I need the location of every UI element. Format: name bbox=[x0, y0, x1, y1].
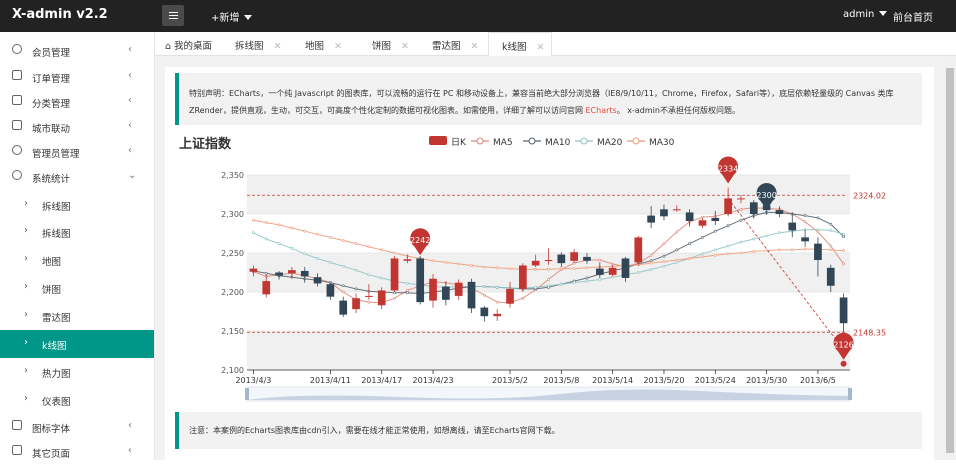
sidebar-item-stats[interactable]: 系统统计 ⌄ bbox=[0, 164, 154, 190]
tab-label: 饼图 bbox=[372, 41, 392, 52]
sidebar-subitem-kline[interactable]: › k线图 bbox=[0, 330, 154, 358]
user-icon bbox=[12, 44, 22, 54]
sidebar-item-fonts[interactable]: 图标字体 ‹ bbox=[0, 414, 154, 440]
close-icon[interactable]: ✕ bbox=[274, 41, 282, 52]
tab-line[interactable]: 拆线图 ✕ bbox=[235, 32, 281, 56]
home-icon: ⌂ bbox=[165, 41, 172, 52]
tab-label: 地图 bbox=[305, 41, 325, 52]
scrollbar-thumb[interactable] bbox=[946, 68, 954, 453]
chevron-right-icon: › bbox=[24, 225, 28, 236]
sidebar-item-other[interactable]: 其它页面 ‹ bbox=[0, 439, 154, 465]
sidebar-subitem-line-1[interactable]: › 拆线图 bbox=[0, 192, 154, 218]
front-page-link[interactable]: 前台首页 bbox=[893, 9, 933, 24]
chevron-right-icon: › bbox=[24, 393, 28, 404]
sidebar-item-label: 城市联动 bbox=[32, 124, 71, 135]
sidebar-item-label: 热力图 bbox=[42, 369, 71, 380]
scrollbar[interactable] bbox=[944, 56, 956, 460]
chevron-left-icon: ‹ bbox=[128, 420, 132, 431]
chevron-right-icon: › bbox=[24, 337, 28, 348]
caret-down-icon bbox=[879, 11, 888, 16]
category-icon bbox=[12, 95, 22, 105]
tab-radar[interactable]: 雷达图 ✕ bbox=[432, 32, 478, 56]
page-icon bbox=[12, 445, 22, 455]
sidebar: 会员管理 ‹ 订单管理 ‹ 分类管理 ‹ 城市联动 ‹ 管理员管理 ‹ 系统统计 ⌄ › 拆线… bbox=[0, 32, 155, 460]
chevron-left-icon: ‹ bbox=[128, 120, 132, 131]
close-icon[interactable]: ✕ bbox=[334, 41, 342, 52]
chevron-left-icon: ‹ bbox=[128, 145, 132, 156]
caret-down-icon bbox=[244, 15, 253, 20]
tab-map[interactable]: 地图 ✕ bbox=[305, 32, 342, 56]
tab-kline[interactable]: k线图 ✕ bbox=[488, 32, 552, 56]
tab-bar: ⌂ 我的桌面 拆线图 ✕ 地图 ✕ 饼图 ✕ 雷达图 ✕ k线图 ✕ bbox=[155, 32, 956, 56]
sidebar-subitem-heatmap[interactable]: › 热力图 bbox=[0, 359, 154, 385]
echarts-link[interactable]: ECharts bbox=[586, 106, 617, 115]
tab-label: 雷达图 bbox=[432, 41, 461, 52]
sidebar-item-label: 拆线图 bbox=[42, 202, 71, 213]
chevron-down-icon: ⌄ bbox=[128, 170, 137, 181]
admin-icon bbox=[12, 145, 22, 155]
top-bar: X-admin v2.2 +新增 admin 前台首页 bbox=[0, 0, 956, 32]
hamburger-icon bbox=[168, 15, 178, 16]
sidebar-subitem-gauge[interactable]: › 仪表图 bbox=[0, 387, 154, 413]
close-icon[interactable]: ✕ bbox=[537, 42, 545, 53]
chart-title: 上证指数 bbox=[179, 137, 232, 152]
tab-label: 拆线图 bbox=[235, 41, 264, 52]
city-icon bbox=[12, 120, 22, 130]
chevron-right-icon: › bbox=[24, 365, 28, 376]
chevron-left-icon: ‹ bbox=[128, 95, 132, 106]
chevron-right-icon: › bbox=[24, 253, 28, 264]
sidebar-item-label: 地图 bbox=[42, 257, 62, 268]
app-logo[interactable]: X-admin v2.2 bbox=[12, 7, 108, 22]
sidebar-item-label: k线图 bbox=[42, 341, 67, 352]
sidebar-subitem-map[interactable]: › 地图 bbox=[0, 247, 154, 273]
chevron-right-icon: › bbox=[24, 281, 28, 292]
tab-label: 我的桌面 bbox=[174, 41, 213, 52]
sidebar-item-label: 雷达图 bbox=[42, 313, 71, 324]
notice-block: 特别声明：ECharts，一个纯 Javascript 的图表库，可以流畅的运行… bbox=[175, 73, 922, 125]
close-icon[interactable]: ✕ bbox=[471, 41, 479, 52]
sidebar-item-label: 会员管理 bbox=[32, 48, 71, 59]
user-menu[interactable]: admin bbox=[843, 9, 888, 20]
chevron-right-icon: › bbox=[24, 309, 28, 320]
font-icon bbox=[12, 420, 22, 430]
menu-toggle-button[interactable] bbox=[162, 5, 184, 26]
sidebar-item-admins[interactable]: 管理员管理 ‹ bbox=[0, 139, 154, 165]
sidebar-item-members[interactable]: 会员管理 ‹ bbox=[0, 38, 154, 64]
sidebar-item-label: 拆线图 bbox=[42, 229, 71, 240]
close-icon[interactable]: ✕ bbox=[401, 41, 409, 52]
sidebar-item-orders[interactable]: 订单管理 ‹ bbox=[0, 64, 154, 90]
sidebar-item-label: 其它页面 bbox=[32, 449, 71, 460]
chevron-left-icon: ‹ bbox=[128, 445, 132, 456]
sidebar-item-label: 订单管理 bbox=[32, 74, 71, 85]
chevron-left-icon: ‹ bbox=[128, 44, 132, 55]
chevron-left-icon: ‹ bbox=[128, 70, 132, 81]
cdn-note: 注意：本案例的Echarts图表库由cdn引入，需要在线才能正常使用，如想离线，… bbox=[175, 412, 922, 449]
order-icon bbox=[12, 70, 22, 80]
sidebar-item-label: 分类管理 bbox=[32, 99, 71, 110]
notice-suffix: 。 x-admin不承担任何版权问题。 bbox=[616, 106, 740, 115]
add-label: +新增 bbox=[211, 13, 240, 24]
sidebar-item-categories[interactable]: 分类管理 ‹ bbox=[0, 89, 154, 115]
sidebar-item-label: 系统统计 bbox=[32, 174, 71, 185]
notice-text: 特别声明：ECharts，一个纯 Javascript 的图表库，可以流畅的运行… bbox=[189, 89, 894, 115]
sidebar-subitem-pie[interactable]: › 饼图 bbox=[0, 275, 154, 301]
sidebar-item-city[interactable]: 城市联动 ‹ bbox=[0, 114, 154, 140]
add-dropdown[interactable]: +新增 bbox=[211, 9, 253, 24]
user-name: admin bbox=[843, 9, 875, 20]
stats-icon bbox=[12, 170, 22, 180]
sidebar-item-label: 饼图 bbox=[42, 285, 62, 296]
tab-desktop[interactable]: ⌂ 我的桌面 bbox=[165, 32, 212, 56]
sidebar-item-label: 仪表图 bbox=[42, 397, 71, 408]
sidebar-item-label: 管理员管理 bbox=[32, 149, 80, 160]
tab-pie[interactable]: 饼图 ✕ bbox=[372, 32, 409, 56]
sidebar-subitem-line-2[interactable]: › 拆线图 bbox=[0, 219, 154, 245]
sidebar-item-label: 图标字体 bbox=[32, 424, 71, 435]
sidebar-subitem-radar[interactable]: › 雷达图 bbox=[0, 303, 154, 329]
tab-label: k线图 bbox=[502, 42, 527, 53]
content-card bbox=[165, 67, 934, 460]
chevron-right-icon: › bbox=[24, 198, 28, 209]
